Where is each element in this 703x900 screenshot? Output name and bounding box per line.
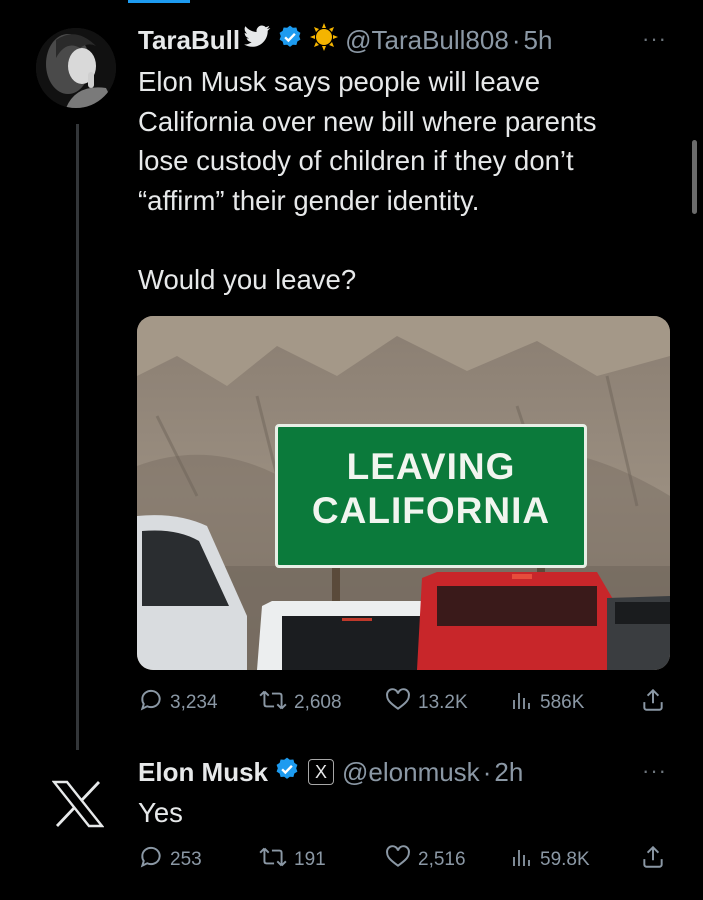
sun-badge-icon xyxy=(309,22,339,59)
views-icon xyxy=(510,844,540,876)
like-icon xyxy=(384,687,418,719)
x-affiliate-badge-icon: X xyxy=(308,759,335,785)
sign-line-2: CALIFORNIA xyxy=(311,490,551,531)
views-icon xyxy=(510,687,540,719)
author-avatar[interactable] xyxy=(36,28,116,108)
reply-action-bar: 253 191 2,516 59.8K xyxy=(138,845,668,875)
tweet-text-line: lose custody of children if they don’t xyxy=(138,145,574,176)
thread-connector-line xyxy=(76,124,79,750)
separator-dot: · xyxy=(511,24,521,55)
x-logo-icon[interactable] xyxy=(51,780,105,828)
like-icon xyxy=(384,844,418,876)
twitter-bird-icon xyxy=(243,25,271,56)
reply-header: Elon Musk X @elonmusk · 2h xyxy=(138,750,523,794)
like-count: 2,516 xyxy=(418,849,466,870)
reply-icon xyxy=(138,844,170,876)
reply-time[interactable]: 2h xyxy=(494,757,523,788)
verified-badge-icon xyxy=(274,756,300,789)
retweet-count: 2,608 xyxy=(294,692,342,713)
like-button[interactable]: 2,516 xyxy=(384,845,466,875)
tweet-text: Elon Musk says people will leave Califor… xyxy=(138,62,683,299)
tweet-time[interactable]: 5h xyxy=(524,25,553,56)
reply-icon xyxy=(138,687,170,719)
more-options-button[interactable]: ··· xyxy=(642,26,667,52)
retweet-icon xyxy=(258,844,294,876)
views-count: 586K xyxy=(540,692,585,713)
tweet-text-line: “affirm” their gender identity. xyxy=(138,184,480,216)
reply-count: 253 xyxy=(170,849,202,870)
retweet-icon xyxy=(258,687,294,719)
retweet-count: 191 xyxy=(294,849,326,870)
leaving-california-sign: LEAVING CALIFORNIA xyxy=(275,424,587,568)
sign-line-1: LEAVING xyxy=(346,446,516,487)
tweet-question: Would you leave? xyxy=(138,263,357,295)
reply-count: 3,234 xyxy=(170,692,218,713)
active-tab-indicator xyxy=(128,0,190,3)
like-button[interactable]: 13.2K xyxy=(384,688,468,718)
reply-author-name[interactable]: Elon Musk xyxy=(138,757,268,788)
tweet-action-bar: 3,234 2,608 13.2K 586K xyxy=(138,688,668,718)
reply-more-options-button[interactable]: ··· xyxy=(642,758,667,784)
tweet-header: TaraBull @TaraBull808 · 5h xyxy=(138,18,552,62)
share-icon xyxy=(640,687,672,719)
verified-badge-icon xyxy=(277,24,303,57)
author-name[interactable]: TaraBull xyxy=(138,25,240,56)
tweet-media-image[interactable]: LEAVING CALIFORNIA xyxy=(137,316,670,670)
share-button[interactable] xyxy=(640,688,672,718)
like-count: 13.2K xyxy=(418,692,468,713)
views-count: 59.8K xyxy=(540,849,590,870)
reply-text: Yes xyxy=(138,797,183,828)
separator-dot: · xyxy=(482,756,492,787)
reply-button[interactable]: 3,234 xyxy=(138,688,218,718)
reply-author-handle[interactable]: @elonmusk xyxy=(342,757,480,788)
author-handle[interactable]: @TaraBull808 xyxy=(345,25,509,56)
share-button[interactable] xyxy=(640,845,672,875)
views-button[interactable]: 59.8K xyxy=(510,845,590,875)
share-icon xyxy=(640,844,672,876)
tweet-text-line: California over new bill where parents xyxy=(138,105,597,137)
retweet-button[interactable]: 191 xyxy=(258,845,326,875)
tweet-text-line: Elon Musk says people will leave xyxy=(138,66,540,97)
reply-button[interactable]: 253 xyxy=(138,845,202,875)
retweet-button[interactable]: 2,608 xyxy=(258,688,342,718)
views-button[interactable]: 586K xyxy=(510,688,584,718)
scrollbar-thumb[interactable] xyxy=(692,140,697,214)
